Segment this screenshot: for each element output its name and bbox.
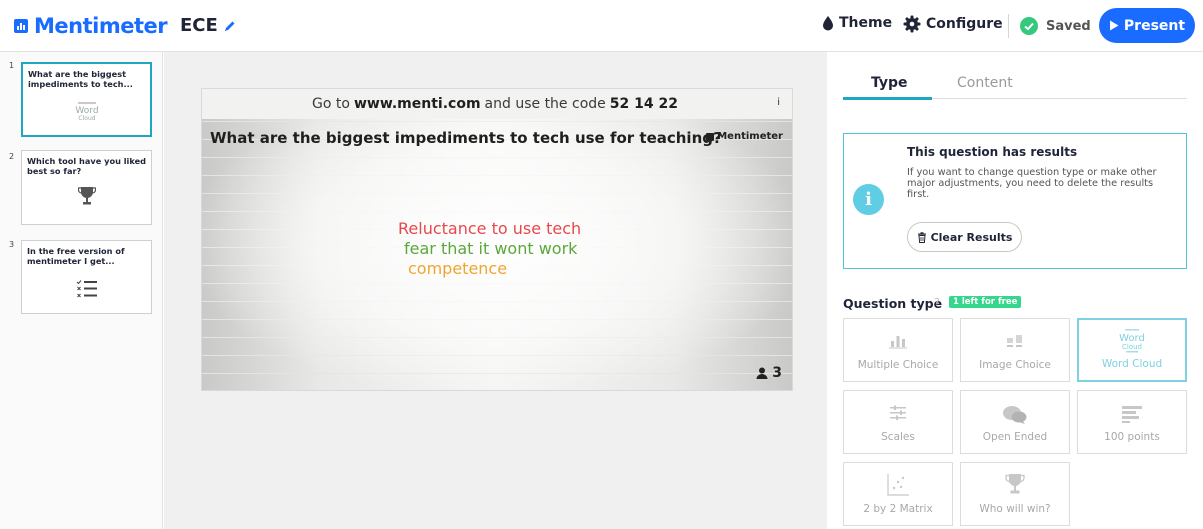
slide-title: Which tool have you liked best so far? <box>27 156 147 176</box>
saved-status: Saved <box>1020 17 1091 35</box>
help-icon[interactable]: ? <box>934 296 940 309</box>
slide-number: 2 <box>9 152 15 161</box>
type-label: Scales <box>881 431 915 443</box>
slide-title: What are the biggest impediments to tech… <box>28 69 133 89</box>
checklist-icon <box>76 280 97 298</box>
drop-icon <box>823 16 833 31</box>
free-badge: 1 left for free <box>949 296 1022 308</box>
clear-results-label: Clear Results <box>930 230 1013 244</box>
word-cloud-icon: Word Cloud <box>1119 329 1145 353</box>
top-bar: Mentimeter ECE Theme Configure Saved Pre… <box>0 0 1203 52</box>
edit-panel: Type Content i This question has results… <box>828 52 1203 529</box>
info-icon: i <box>853 184 884 215</box>
voter-count-value: 3 <box>772 365 782 381</box>
tab-content[interactable]: Content <box>957 75 1013 91</box>
type-label: Who will win? <box>979 503 1051 515</box>
type-image-choice[interactable]: Image Choice <box>960 318 1070 382</box>
slide-question: What are the biggest impediments to tech… <box>210 129 722 147</box>
svg-text:Cloud: Cloud <box>78 115 95 122</box>
tab-type[interactable]: Type <box>871 75 908 91</box>
slide-brand-text: Mentimeter <box>717 131 783 142</box>
slide-thumbnail-1[interactable]: What are the biggest impediments to tech… <box>21 62 152 137</box>
bar-chart-icon <box>889 336 907 349</box>
info-icon[interactable]: i <box>777 97 780 108</box>
voter-count: 3 <box>756 365 782 381</box>
logo-text: Mentimeter <box>34 14 168 38</box>
type-label: 2 by 2 Matrix <box>863 503 933 515</box>
play-icon <box>1109 20 1119 31</box>
cloud-word: fear that it wont work <box>404 239 578 258</box>
slide-number: 3 <box>9 240 15 249</box>
slide-thumbnail-3[interactable]: In the free version of mentimeter I get.… <box>21 240 152 314</box>
check-icon <box>1020 17 1038 35</box>
cloud-word: Reluctance to use tech <box>398 219 582 238</box>
word-cloud-icon: Word Cloud <box>75 102 98 122</box>
trophy-icon <box>1005 474 1025 494</box>
type-label: Open Ended <box>982 431 1048 443</box>
pencil-icon[interactable] <box>223 19 237 33</box>
lines-icon <box>1122 406 1142 423</box>
configure-label: Configure <box>926 16 1003 32</box>
saved-label: Saved <box>1046 18 1091 34</box>
active-tab-indicator <box>843 97 932 100</box>
matrix-icon <box>887 474 909 496</box>
trophy-icon <box>77 187 96 205</box>
slide-thumbnail-2[interactable]: Which tool have you liked best so far? <box>21 150 152 225</box>
image-choice-icon <box>1007 335 1022 347</box>
type-label: Multiple Choice <box>857 359 939 371</box>
type-who-will-win[interactable]: Who will win? <box>960 462 1070 526</box>
gear-icon <box>903 15 921 33</box>
type-100-points[interactable]: 100 points <box>1077 390 1187 454</box>
slide-list: 1 What are the biggest impediments to te… <box>0 52 163 529</box>
type-word-cloud[interactable]: Word Cloud Word Cloud <box>1077 318 1187 382</box>
type-open-ended[interactable]: Open Ended <box>960 390 1070 454</box>
trash-icon <box>917 231 926 243</box>
present-label: Present <box>1123 17 1186 34</box>
menti-url: www.menti.com <box>353 96 481 112</box>
join-instructions: Go to www.menti.com and use the code 52 … <box>202 89 792 119</box>
toolbar-divider <box>1008 14 1009 38</box>
theme-label: Theme <box>839 15 893 31</box>
scales-icon <box>890 405 906 420</box>
present-button[interactable]: Present <box>1099 8 1195 43</box>
type-scales[interactable]: Scales <box>843 390 953 454</box>
instruction-prefix: Go to <box>312 96 350 112</box>
slide-title: In the free version of mentimeter I get.… <box>27 246 125 266</box>
configure-button[interactable]: Configure <box>903 15 1003 33</box>
results-notice: i This question has results If you want … <box>843 133 1187 269</box>
theme-button[interactable]: Theme <box>822 15 892 31</box>
results-text: If you want to change question type or m… <box>907 167 1157 200</box>
clear-results-button[interactable]: Clear Results <box>907 222 1022 252</box>
slide-preview[interactable]: Go to www.menti.com and use the code 52 … <box>201 88 793 391</box>
voting-code: 52 14 22 <box>609 96 678 112</box>
person-icon <box>756 367 768 379</box>
question-type-label: Question type <box>843 296 943 311</box>
type-label: Image Choice <box>979 359 1051 371</box>
cloud-word: competence <box>408 259 508 278</box>
slide-brand: Mentimeter <box>706 131 783 142</box>
type-label: 100 points <box>1104 431 1160 443</box>
logo-icon <box>14 19 28 33</box>
type-2-by-2-matrix[interactable]: 2 by 2 Matrix <box>843 462 953 526</box>
slide-canvas: Go to www.menti.com and use the code 52 … <box>164 52 827 529</box>
type-multiple-choice[interactable]: Multiple Choice <box>843 318 953 382</box>
results-title: This question has results <box>907 145 1078 159</box>
slide-number: 1 <box>9 61 15 70</box>
speech-bubbles-icon <box>1003 406 1027 424</box>
type-label: Word Cloud <box>1101 358 1163 370</box>
instruction-mid: and use the code <box>484 96 606 112</box>
brand-icon <box>706 132 715 141</box>
svg-text:Cloud: Cloud <box>1122 343 1142 351</box>
presentation-title[interactable]: ECE <box>180 15 218 36</box>
mentimeter-logo[interactable]: Mentimeter <box>14 14 168 38</box>
